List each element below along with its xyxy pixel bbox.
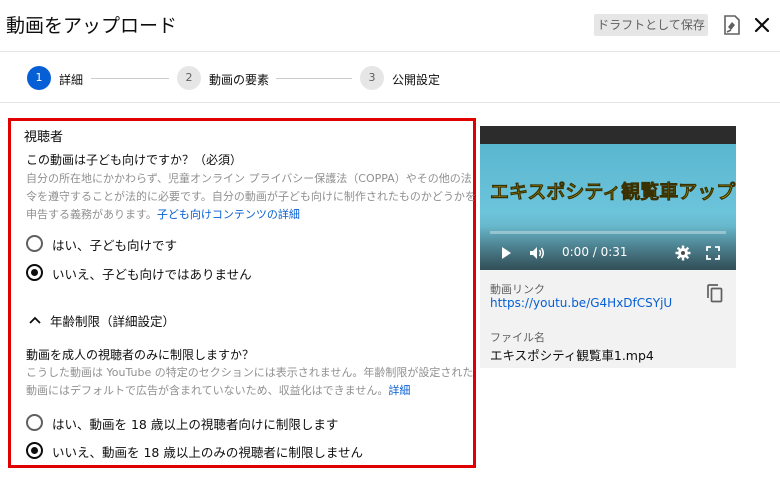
description-line: こうした動画は YouTube の特定のセクションには表示されません。年齢制限が… bbox=[26, 366, 474, 379]
feedback-icon[interactable] bbox=[721, 13, 743, 37]
radio-checked[interactable] bbox=[26, 264, 43, 281]
play-icon[interactable] bbox=[498, 245, 514, 261]
copy-icon[interactable] bbox=[706, 284, 724, 304]
fullscreen-icon[interactable] bbox=[705, 245, 721, 261]
step-3-indicator[interactable]: 3 bbox=[360, 66, 384, 90]
filename-label: ファイル名 bbox=[490, 331, 545, 344]
kids-content-details-link[interactable]: 子ども向けコンテンツの詳細 bbox=[157, 208, 300, 221]
radio-unchecked[interactable] bbox=[26, 414, 43, 431]
close-icon[interactable] bbox=[751, 13, 773, 37]
video-caption: エキスポシティ観覧車アップロード！ bbox=[490, 181, 736, 204]
video-time: 0:00 / 0:31 bbox=[562, 245, 628, 259]
radio-unchecked[interactable] bbox=[26, 235, 43, 252]
description-line-text: 動画にはデフォルトで広告が含まれていないため、収益化はできません。 bbox=[26, 384, 389, 397]
step-2-label[interactable]: 動画の要素 bbox=[209, 71, 269, 88]
dialog-header: 動画をアップロード ドラフトとして保存 bbox=[0, 0, 780, 52]
radio-label: はい、子ども向けです bbox=[52, 238, 178, 253]
kids-description: 自分の所在地にかかわらず、児童オンライン プライバシー保護法（COPPA）やその… bbox=[26, 170, 476, 224]
step-1-label[interactable]: 詳細 bbox=[59, 71, 83, 88]
save-draft-button[interactable]: ドラフトとして保存 bbox=[594, 14, 708, 36]
description-line-text: 申告する義務があります。 bbox=[26, 208, 157, 221]
video-progress-bar[interactable] bbox=[490, 231, 726, 234]
step-connector bbox=[91, 78, 169, 79]
radio-label: はい、動画を 18 歳以上の視聴者向けに制限します bbox=[52, 417, 339, 432]
filename-value: エキスポシティ観覧車1.mp4 bbox=[490, 348, 654, 363]
settings-icon[interactable] bbox=[675, 245, 691, 261]
step-1-indicator[interactable]: 1 bbox=[27, 66, 51, 90]
radio-label: いいえ、子ども向けではありません bbox=[52, 267, 252, 282]
upload-stepper: 1 詳細 2 動画の要素 3 公開設定 bbox=[0, 53, 780, 103]
video-link[interactable]: https://youtu.be/G4HxDfCSYjU bbox=[490, 296, 672, 310]
radio-checked[interactable] bbox=[26, 442, 43, 459]
description-line: 動画にはデフォルトで広告が含まれていないため、収益化はできません。詳細 bbox=[26, 382, 473, 400]
chevron-up-icon bbox=[29, 316, 41, 324]
video-preview-panel: エキスポシティ観覧車アップロード！ 0:00 / 0:31 動画リンク http… bbox=[480, 126, 736, 368]
description-line: 自分の所在地にかかわらず、児童オンライン プライバシー保護法（COPPA）やその… bbox=[26, 172, 472, 185]
description-line: 申告する義務があります。子ども向けコンテンツの詳細 bbox=[26, 206, 476, 224]
description-line: 令を遵守することが法的に必要です。自分の動画が子ども向けに制作されたものかどうか… bbox=[26, 190, 476, 203]
video-top-band bbox=[480, 126, 736, 144]
step-connector bbox=[276, 78, 352, 79]
age-details-link[interactable]: 詳細 bbox=[388, 384, 410, 397]
video-player[interactable]: エキスポシティ観覧車アップロード！ 0:00 / 0:31 bbox=[480, 126, 736, 270]
age-question: 動画を成人の視聴者のみに制限しますか？ bbox=[26, 348, 255, 362]
video-link-label: 動画リンク bbox=[490, 283, 545, 296]
volume-icon[interactable] bbox=[529, 245, 545, 261]
audience-section-title: 視聴者 bbox=[24, 130, 64, 145]
age-description: こうした動画は YouTube の特定のセクションには表示されません。年齢制限が… bbox=[26, 364, 473, 400]
step-3-label[interactable]: 公開設定 bbox=[392, 71, 440, 88]
kids-question: この動画は子ども向けですか？（必須） bbox=[26, 153, 243, 167]
radio-label: いいえ、動画を 18 歳以上のみの視聴者に制限しません bbox=[52, 445, 363, 460]
age-restriction-label: 年齢制限（詳細設定） bbox=[50, 314, 176, 329]
step-2-indicator[interactable]: 2 bbox=[177, 66, 201, 90]
dialog-title: 動画をアップロード bbox=[6, 15, 178, 37]
